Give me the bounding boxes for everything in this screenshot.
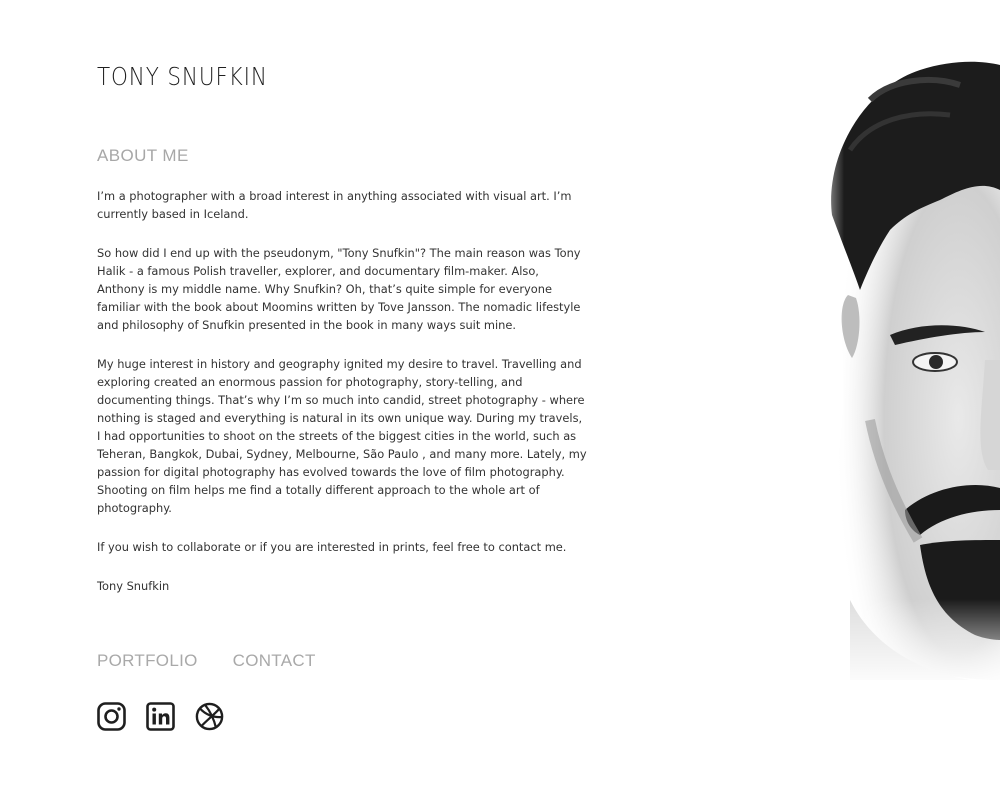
site-title: TONY SNUFKIN <box>97 62 268 91</box>
bio-signature: Tony Snufkin <box>97 579 170 593</box>
portrait-photo <box>810 40 1000 690</box>
about-me-text: I’m a photographer with a broad interest… <box>97 187 589 616</box>
bio-paragraph-travel: My huge interest in history and geograph… <box>97 357 587 515</box>
linkedin-link[interactable] <box>146 702 175 731</box>
dribbble-icon <box>195 702 224 731</box>
dribbble-link[interactable] <box>195 702 224 731</box>
social-links <box>97 702 224 731</box>
bio-paragraph-intro: I’m a photographer with a broad interest… <box>97 189 572 221</box>
main-nav: PORTFOLIO CONTACT <box>97 651 316 671</box>
instagram-link[interactable] <box>97 702 126 731</box>
portfolio-link[interactable]: PORTFOLIO <box>97 651 198 671</box>
bio-paragraph-contact: If you wish to collaborate or if you are… <box>97 540 567 554</box>
linkedin-icon <box>146 702 175 731</box>
about-me-heading: ABOUT ME <box>97 146 189 165</box>
bio-paragraph-pseudonym: So how did I end up with the pseudonym, … <box>97 246 581 332</box>
instagram-icon <box>97 702 126 731</box>
contact-link[interactable]: CONTACT <box>233 651 316 671</box>
